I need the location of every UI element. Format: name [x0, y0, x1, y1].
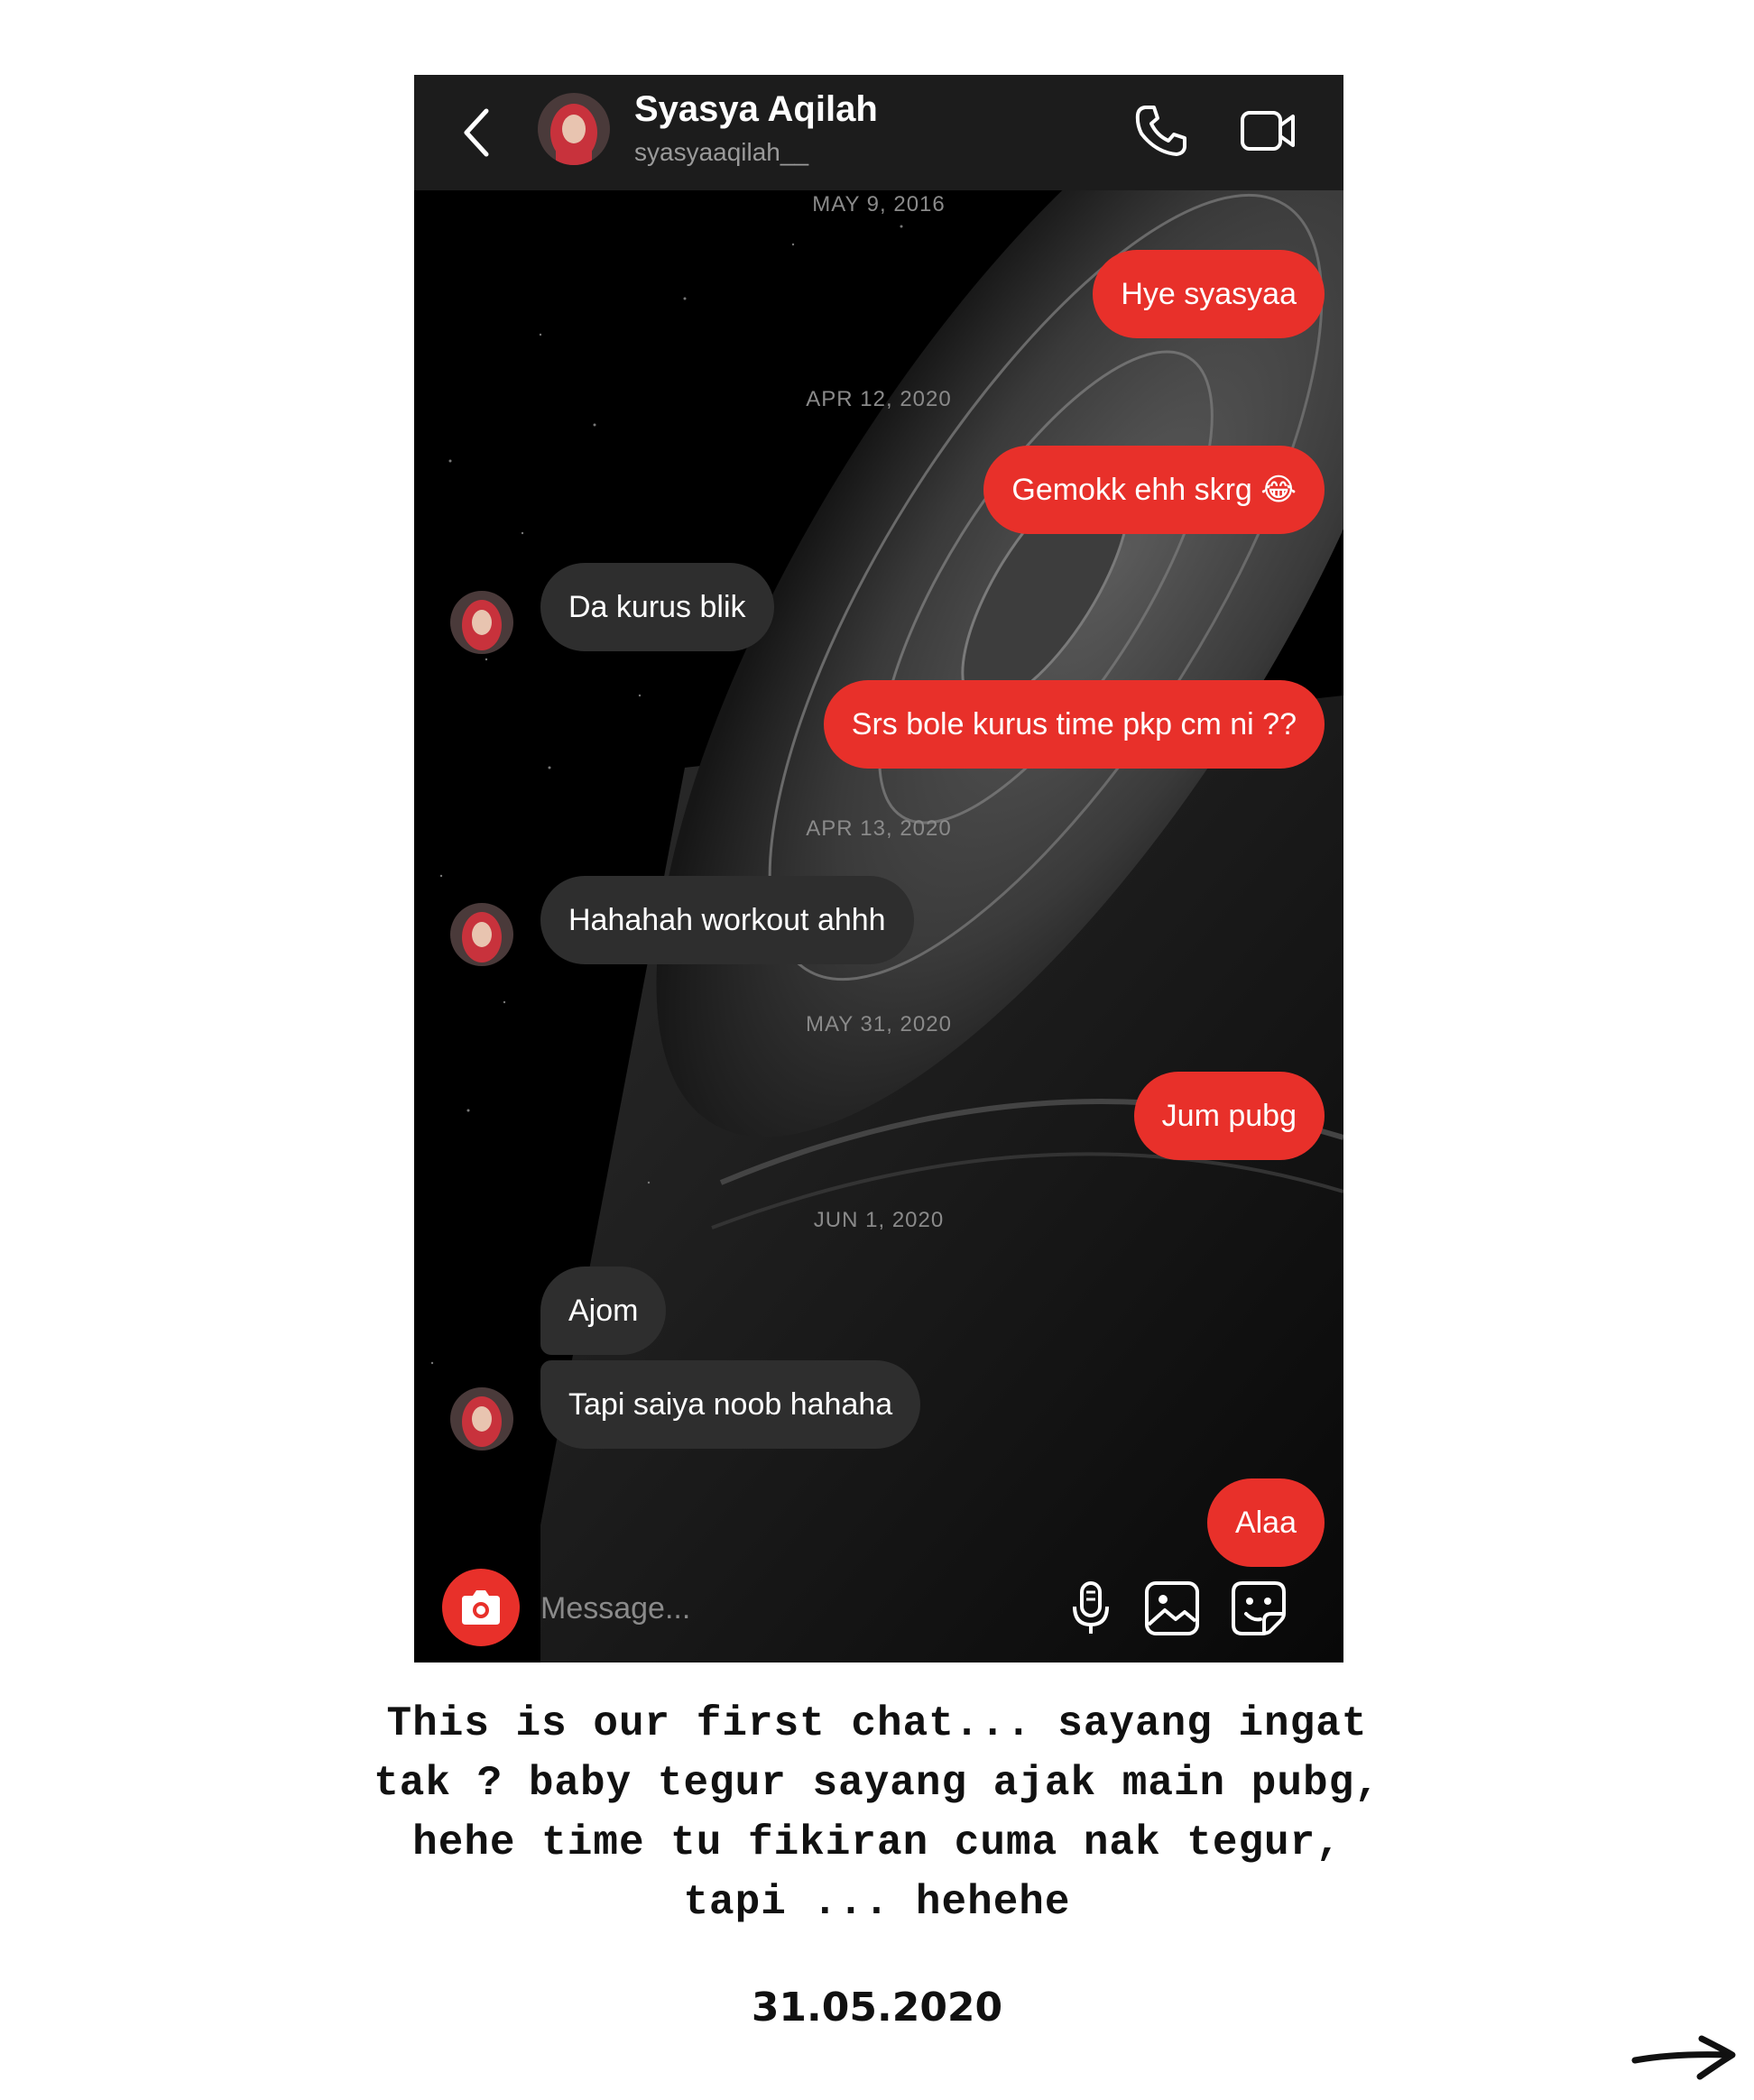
- chat-screen: Syasya Aqilah syasyaaqilah__ MAY 9, 2016…: [414, 75, 1343, 1662]
- contact-avatar: [450, 903, 513, 966]
- received-message[interactable]: Ajom: [540, 1266, 667, 1355]
- contact-avatar: [450, 591, 513, 654]
- received-message[interactable]: Da kurus blik: [540, 563, 774, 651]
- caption-line: hehe time tu fikiran cuma nak tegur,: [412, 1819, 1342, 1866]
- sent-message[interactable]: Gemokk ehh skrg 😂: [983, 446, 1325, 534]
- message-input[interactable]: [539, 1581, 993, 1635]
- received-message[interactable]: Tapi saiya noob hahaha: [540, 1360, 921, 1449]
- sent-message[interactable]: Srs bole kurus time pkp cm ni ??: [823, 680, 1325, 769]
- contact-username: syasyaaqilah__: [634, 138, 809, 166]
- contact-avatar: [450, 1387, 513, 1451]
- message-composer: [414, 1554, 1343, 1662]
- chevron-left-icon[interactable]: [459, 106, 495, 160]
- chat-header: Syasya Aqilah syasyaaqilah__: [414, 75, 1343, 190]
- date-separator: APR 12, 2020: [806, 387, 952, 411]
- caption-line: tapi ... hehehe: [683, 1879, 1071, 1926]
- date-stamp: 31.05.2020: [751, 1985, 1003, 2031]
- received-message[interactable]: Hahahah workout ahhh: [540, 876, 914, 964]
- avatar[interactable]: [538, 93, 610, 165]
- microphone-icon[interactable]: [1066, 1580, 1116, 1637]
- sent-message[interactable]: Hye syasyaa: [1093, 250, 1325, 338]
- sent-message[interactable]: Jum pubg: [1133, 1072, 1325, 1160]
- sticker-icon[interactable]: [1230, 1580, 1288, 1637]
- video-camera-icon[interactable]: [1239, 102, 1298, 160]
- date-separator: APR 13, 2020: [806, 816, 952, 841]
- date-separator: MAY 9, 2016: [812, 192, 946, 216]
- caption-line: tak ? baby tegur sayang ajak main pubg,: [374, 1760, 1380, 1807]
- caption-line: This is our first chat... sayang ingat: [386, 1700, 1368, 1747]
- contact-name: Syasya Aqilah: [634, 89, 878, 129]
- phone-icon[interactable]: [1132, 102, 1190, 160]
- image-icon[interactable]: [1143, 1580, 1201, 1637]
- camera-icon: [462, 1590, 500, 1625]
- date-separator: MAY 31, 2020: [806, 1012, 952, 1036]
- date-separator: JUN 1, 2020: [813, 1208, 945, 1232]
- camera-button[interactable]: [442, 1569, 520, 1646]
- arrow-right-icon[interactable]: [1629, 2030, 1741, 2084]
- story-caption: This is our first chat... sayang ingat t…: [271, 1694, 1483, 1932]
